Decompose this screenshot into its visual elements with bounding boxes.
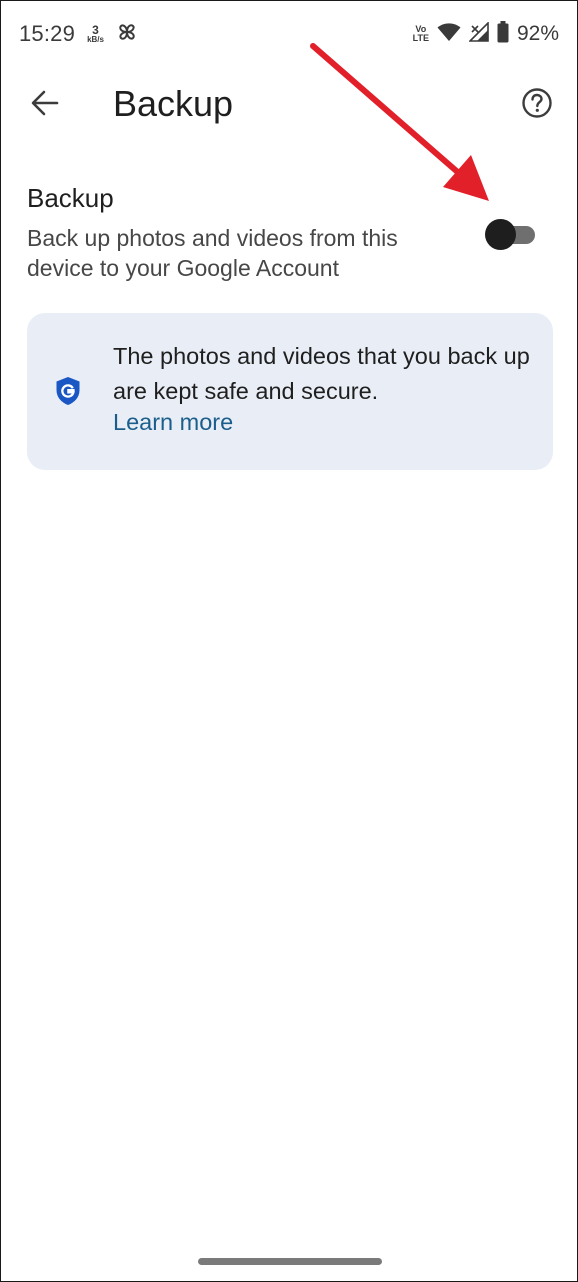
backup-toggle[interactable] [485,219,535,250]
backup-setting-description: Back up photos and videos from this devi… [27,225,398,281]
pinwheel-icon [116,21,138,48]
cell-signal-icon [468,20,489,47]
wifi-icon [437,22,461,47]
battery-icon [497,20,509,48]
volte-indicator: Vo LTE [412,24,429,44]
app-bar: Backup [1,73,577,137]
backup-setting-row[interactable]: Backup Back up photos and videos from th… [27,179,551,289]
page-title: Backup [113,83,234,124]
back-button[interactable] [23,85,67,125]
security-info-text: The photos and videos that you back up a… [113,343,530,404]
help-circle-icon [521,87,553,124]
help-button[interactable] [515,83,559,127]
gesture-nav-handle[interactable] [198,1258,382,1265]
status-left: 15:29 3 kB/s [19,21,138,48]
security-info-card: The photos and videos that you back up a… [27,313,553,470]
network-speed-indicator: 3 kB/s [87,24,104,44]
backup-toggle-thumb [485,219,516,250]
learn-more-link[interactable]: Learn more [113,409,233,436]
arrow-back-icon [31,90,59,121]
google-shield-icon [55,376,81,406]
network-speed-unit: kB/s [87,35,104,44]
status-right: Vo LTE 92% [412,20,559,48]
backup-setting-title: Backup [27,183,114,213]
volte-bottom-label: LTE [412,33,429,43]
screen: 15:29 3 kB/s Vo LTE 92% Backup Backup Ba… [0,0,578,1282]
battery-percentage: 92% [516,22,559,45]
status-time: 15:29 [19,21,76,46]
status-bar: 15:29 3 kB/s Vo LTE 92% [1,1,577,67]
